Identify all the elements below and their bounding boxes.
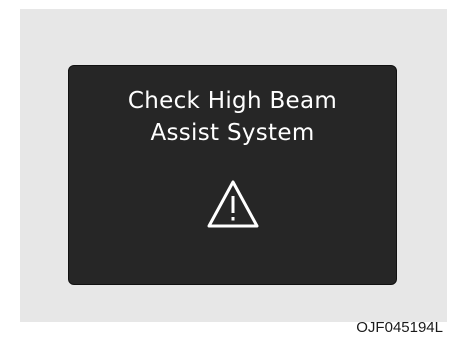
warning-triangle-icon: [207, 180, 259, 228]
message-line-1: Check High Beam: [127, 88, 338, 114]
message-line-2: Assist System: [150, 120, 315, 146]
cluster-display: Check High Beam Assist System: [68, 65, 397, 285]
figure-code: OJF045194L: [356, 319, 443, 336]
